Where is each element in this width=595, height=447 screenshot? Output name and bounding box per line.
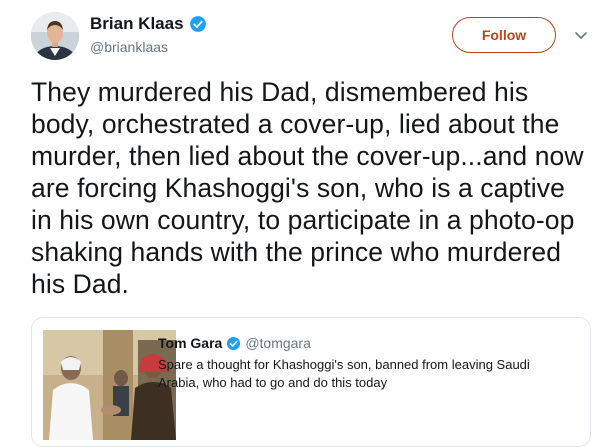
author-name[interactable]: Brian Klaas	[90, 14, 207, 34]
quoted-tweet-card[interactable]: Tom Gara @tomgara Spare a thought for Kh…	[31, 317, 591, 447]
author-avatar-image	[31, 12, 79, 60]
chevron-down-icon[interactable]	[574, 30, 588, 42]
quoted-tweet-header: Tom Gara @tomgara	[158, 334, 311, 352]
follow-button[interactable]: Follow	[452, 17, 556, 53]
quoted-author-handle[interactable]: @tomgara	[245, 334, 311, 352]
verified-badge-icon	[189, 15, 207, 33]
quoted-tweet-text: Spare a thought for Khashoggi's son, ban…	[158, 357, 530, 390]
tweet-text: They murdered his Dad, dismembered his b…	[31, 77, 584, 299]
quoted-author-name[interactable]: Tom Gara	[158, 334, 222, 352]
verified-badge-icon	[226, 336, 241, 351]
author-name-text: Brian Klaas	[90, 14, 184, 33]
quoted-tweet-photo[interactable]	[43, 330, 176, 440]
author-handle[interactable]: @brianklaas	[90, 38, 168, 56]
author-avatar[interactable]	[31, 12, 79, 60]
